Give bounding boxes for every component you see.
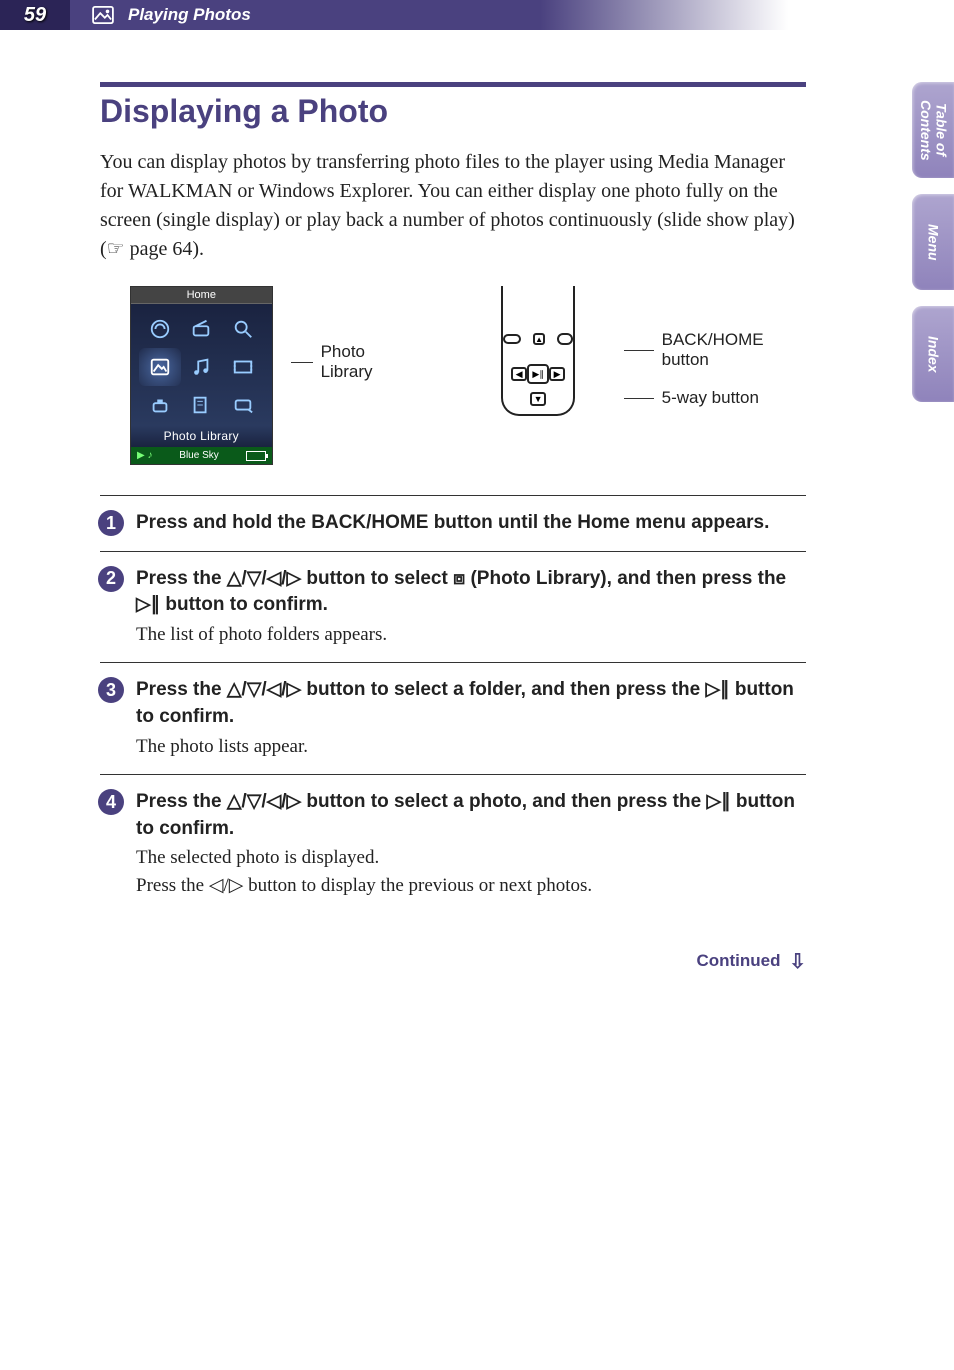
outline-btn-up: ▲ — [533, 333, 545, 345]
intro-paragraph: You can display photos by transferring p… — [100, 148, 806, 264]
page-number: 59 — [0, 0, 70, 30]
section-title: Playing Photos — [128, 5, 251, 25]
callout-col-right: BACK/HOME button 5-way button — [624, 330, 806, 408]
outline-5way: ◀ ▶ ▶∥ ▼ — [513, 350, 563, 400]
home-icon-nowplaying — [139, 310, 181, 348]
heading-rule — [100, 82, 806, 87]
callout-col-left: Photo Library — [291, 342, 416, 382]
step-3: 3 Press the △/▽/◁/▷ button to select a f… — [100, 662, 806, 774]
home-icon-music — [181, 348, 223, 386]
dpad-center-icon: ▶∥ — [527, 364, 549, 384]
callout-back-home-label: BACK/HOME button — [662, 330, 806, 370]
step-number-badge: 1 — [98, 510, 124, 536]
screen-home-grid — [131, 304, 272, 426]
device-screen-mock: Home Photo Library ▶ ♪ Blue Sky — [130, 286, 273, 465]
page-header: 59 Playing Photos — [0, 0, 954, 30]
step-1: 1 Press and hold the BACK/HOME button un… — [100, 495, 806, 551]
tab-menu[interactable]: Menu — [912, 194, 954, 290]
tab-index[interactable]: Index — [912, 306, 954, 402]
dpad-left-icon: ◀ — [511, 367, 527, 381]
callout-photo-library-label: Photo Library — [321, 342, 416, 382]
screen-playbar: ▶ ♪ Blue Sky — [131, 447, 272, 464]
outline-btn-back-home — [557, 333, 573, 345]
step-number-badge: 3 — [98, 677, 124, 703]
photo-icon — [92, 6, 114, 24]
tab-table-of-contents[interactable]: Table of Contents — [912, 82, 954, 178]
play-indicator-icon: ▶ ♪ — [137, 450, 152, 461]
callout-photo-library: Photo Library — [291, 342, 416, 382]
step-4-title: Press the △/▽/◁/▷ button to select a pho… — [136, 789, 806, 842]
step-2-desc: The list of photo folders appears. — [136, 621, 806, 649]
step-1-title: Press and hold the BACK/HOME button unti… — [136, 510, 806, 537]
continued-label: Continued — [696, 951, 780, 970]
figure-row: Home Photo Library ▶ ♪ Blue Sky — [130, 286, 806, 465]
home-icon-search — [222, 310, 264, 348]
home-icon-video — [222, 348, 264, 386]
callout-back-home: BACK/HOME button — [624, 330, 806, 370]
home-icon-settings — [139, 386, 181, 424]
dpad-down-icon: ▼ — [530, 392, 546, 406]
callout-5way-label: 5-way button — [662, 388, 759, 408]
screen-selection-label: Photo Library — [131, 426, 272, 447]
home-icon-radio — [181, 310, 223, 348]
step-3-desc: The photo lists appear. — [136, 733, 806, 761]
home-icon-shuffle — [222, 386, 264, 424]
continued-indicator: Continued ⇩ — [100, 949, 806, 974]
step-4-desc: The selected photo is displayed. Press t… — [136, 844, 806, 899]
dpad-right-icon: ▶ — [549, 367, 565, 381]
screen-topbar: Home — [131, 287, 272, 304]
page-title: Displaying a Photo — [100, 93, 806, 130]
content: Displaying a Photo You can display photo… — [0, 30, 954, 974]
step-4: 4 Press the △/▽/◁/▷ button to select a p… — [100, 774, 806, 913]
battery-icon — [246, 451, 266, 461]
step-2-title: Press the △/▽/◁/▷ button to select ⧈ (Ph… — [136, 566, 806, 619]
step-number-badge: 4 — [98, 789, 124, 815]
step-number-badge: 2 — [98, 566, 124, 592]
step-2: 2 Press the △/▽/◁/▷ button to select ⧈ (… — [100, 551, 806, 663]
device-outline: ▲ ◀ ▶ ▶∥ ▼ — [463, 286, 605, 441]
steps-list: 1 Press and hold the BACK/HOME button un… — [100, 495, 806, 913]
header-fade — [540, 0, 954, 30]
outline-btn-left — [503, 334, 521, 344]
home-icon-playlist — [181, 386, 223, 424]
callout-5way: 5-way button — [624, 388, 806, 408]
side-tabs: Table of Contents Menu Index — [912, 82, 954, 402]
down-arrow-icon: ⇩ — [789, 951, 806, 973]
home-icon-photo-selected — [139, 348, 181, 386]
step-3-title: Press the △/▽/◁/▷ button to select a fol… — [136, 677, 806, 730]
screen-song-title: Blue Sky — [179, 450, 218, 461]
